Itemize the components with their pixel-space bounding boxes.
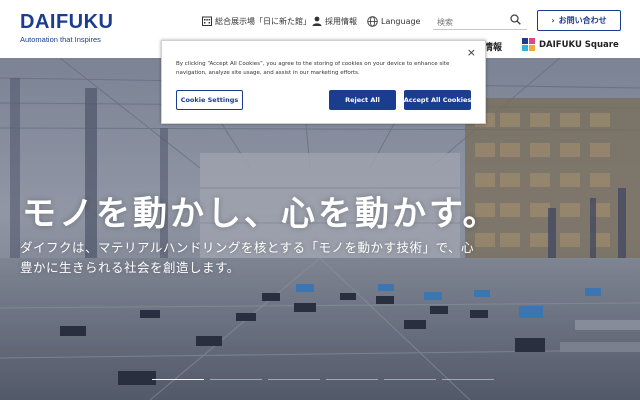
close-icon[interactable]: × [467, 47, 476, 59]
slide-indicators [152, 379, 494, 380]
slide-indicator[interactable] [210, 379, 262, 380]
daifuku-square-link[interactable]: DAIFUKU Square [522, 38, 619, 51]
search-box [433, 10, 527, 32]
accept-all-cookies-button[interactable]: Accept All Cookies [404, 90, 471, 110]
square-logo-icon [522, 38, 535, 51]
hero-subtitle: ダイフクは、マテリアルハンドリングを核とする「モノを動かす技術」で、心豊かに生き… [20, 240, 475, 275]
contact-label: お問い合わせ [558, 16, 607, 25]
showroom-link[interactable]: 総合展示場「日に新た館」 [202, 14, 311, 28]
logo-tagline: Automation that Inspires [20, 35, 101, 44]
search-icon[interactable] [510, 14, 521, 25]
language-label: Language [381, 16, 421, 26]
slide-indicator[interactable] [152, 379, 204, 380]
contact-button[interactable]: › お問い合わせ [537, 10, 621, 31]
nav-item-info[interactable]: 情報 [484, 40, 502, 53]
hero-title: モノを動かし、心を動かす。 [22, 194, 500, 234]
language-selector[interactable]: Language [367, 14, 420, 28]
slide-indicator[interactable] [326, 379, 378, 380]
slide-indicator[interactable] [384, 379, 436, 380]
reject-all-button[interactable]: Reject All [329, 90, 396, 110]
logo-wordmark: DAIFUKU [20, 11, 114, 33]
globe-icon [367, 15, 378, 27]
slide-indicator[interactable] [442, 379, 494, 380]
cookie-consent-dialog: × By clicking “Accept All Cookies”, you … [161, 40, 486, 124]
logo[interactable]: DAIFUKU Automation that Inspires [20, 11, 120, 44]
showroom-label: 総合展示場「日に新た館」 [215, 16, 311, 26]
chevron-right-icon: › [551, 16, 555, 25]
search-input[interactable] [433, 13, 505, 32]
square-label: DAIFUKU Square [539, 39, 619, 50]
slide-indicator[interactable] [268, 379, 320, 380]
person-icon [312, 16, 322, 26]
recruit-label: 採用情報 [325, 16, 357, 26]
cookie-settings-button[interactable]: Cookie Settings [176, 90, 243, 110]
recruit-link[interactable]: 採用情報 [312, 14, 357, 28]
cookie-consent-text: By clicking “Accept All Cookies”, you ag… [176, 61, 450, 76]
building-icon [202, 16, 212, 26]
